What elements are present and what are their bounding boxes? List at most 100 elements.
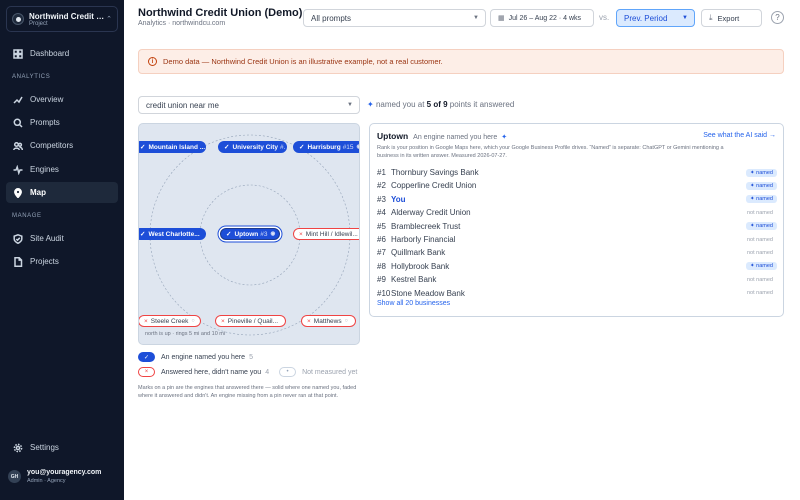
sidebar-item-dashboard[interactable]: Dashboard bbox=[6, 43, 118, 64]
named-badge-label: not named bbox=[747, 209, 773, 216]
file-icon bbox=[14, 256, 23, 267]
prompts-select[interactable]: All prompts ▼ bbox=[303, 9, 486, 27]
chevron-down-icon: ▼ bbox=[347, 102, 353, 108]
rank-row: #1 Thornbury Savings Bank ✦ named bbox=[377, 166, 777, 179]
map-pin[interactable]: × Matthews ○ bbox=[301, 315, 356, 327]
named-count: 5 of 9 bbox=[426, 100, 448, 109]
rank-row: #6 Harborly Financial not named bbox=[377, 233, 777, 246]
prompts-select-value: All prompts bbox=[311, 13, 352, 23]
named-badge-label: not named bbox=[747, 290, 773, 297]
x-icon: × bbox=[307, 317, 311, 325]
date-range-picker[interactable]: ▦ Jul 26 – Aug 22 · 4 wks bbox=[490, 9, 594, 27]
pin-label: Pineville / Quail... bbox=[227, 317, 279, 325]
query-select[interactable]: credit union near me ▼ bbox=[138, 96, 360, 114]
pin-label: West Charlotte... bbox=[148, 230, 200, 238]
pulse-icon bbox=[13, 164, 23, 175]
workspace-sub: Project bbox=[29, 20, 48, 27]
named-badge: ✦ named bbox=[746, 262, 777, 271]
sidebar-item-label: Map bbox=[30, 188, 46, 197]
sidebar-item-overview[interactable]: Overview bbox=[6, 89, 118, 110]
map-pin-icon bbox=[14, 187, 22, 198]
demo-banner: i Demo data — Northwind Credit Union is … bbox=[138, 49, 784, 74]
map-pin[interactable]: × Pineville / Quail... bbox=[215, 315, 286, 327]
named-badge-label: named bbox=[756, 169, 773, 176]
legend-label: Not measured yet bbox=[302, 368, 358, 376]
named-badge-label: not named bbox=[747, 236, 773, 243]
sidebar-item-label: Settings bbox=[30, 443, 59, 452]
named-badge: ✦ named bbox=[746, 195, 777, 204]
sidebar-item-engines[interactable]: Engines bbox=[6, 159, 118, 180]
x-icon: × bbox=[299, 230, 303, 238]
sidebar-item-map[interactable]: Map bbox=[6, 182, 118, 203]
workspace-name: Northwind Credit Union bbox=[29, 11, 107, 21]
named-summary: ✦ named you at 5 of 9 points it answered bbox=[367, 100, 514, 109]
rank-position: #9 bbox=[377, 275, 386, 285]
chevron-down-icon: ▼ bbox=[473, 15, 479, 21]
map-pin[interactable]: ✓ Mountain Island ... bbox=[139, 141, 206, 153]
sidebar-item-label: Projects bbox=[30, 257, 59, 266]
sidebar-item-label: Engines bbox=[30, 165, 59, 174]
named-badge: ✦ named bbox=[746, 222, 777, 231]
sidebar-item-site-audit[interactable]: Site Audit bbox=[6, 228, 118, 249]
named-badge: ✦ named bbox=[746, 168, 777, 177]
sidebar-item-label: Prompts bbox=[30, 118, 60, 127]
business-name: Copperline Credit Union bbox=[391, 181, 477, 191]
named-badge: ✦ named bbox=[746, 181, 777, 190]
map-pin[interactable]: ✓University City#... bbox=[218, 141, 287, 153]
avatar: GH bbox=[8, 470, 21, 483]
user-email: you@youragency.com bbox=[27, 469, 102, 476]
pin-label: Harrisburg bbox=[307, 143, 341, 151]
map-pin[interactable]: ✓ West Charlotte... bbox=[139, 228, 206, 240]
rank-row: #3 You ✦ named bbox=[377, 193, 777, 206]
named-suffix: points it answered bbox=[449, 100, 515, 109]
legend-not-named-marker: × bbox=[138, 367, 155, 377]
engine-mark-icon: ◉ bbox=[357, 144, 359, 150]
business-name: Stone Meadow Bank bbox=[391, 288, 465, 298]
map-pin[interactable]: × Steele Creek ○ bbox=[139, 315, 201, 327]
see-ai-answer-link[interactable]: See what the AI said → bbox=[703, 132, 776, 139]
sidebar-item-projects[interactable]: Projects bbox=[6, 251, 118, 272]
users-icon bbox=[13, 141, 23, 150]
map-pin[interactable]: × Mint Hill / Idlewil... bbox=[293, 228, 359, 240]
help-icon[interactable]: ? bbox=[771, 11, 784, 24]
compare-select[interactable]: Prev. Period ▼ bbox=[616, 9, 695, 27]
chevron-updown-icon: ⌃ bbox=[106, 16, 112, 23]
named-badge-label: named bbox=[756, 196, 773, 203]
sidebar-item-competitors[interactable]: Competitors bbox=[6, 135, 118, 156]
sidebar-item-settings[interactable]: Settings bbox=[6, 437, 118, 458]
named-badge-label: not named bbox=[747, 249, 773, 256]
demo-banner-text: Demo data — Northwind Credit Union is an… bbox=[163, 57, 443, 66]
nav-section-manage: MANAGE bbox=[12, 213, 42, 219]
named-badge: not named bbox=[743, 209, 777, 217]
rank-row: #2 Copperline Credit Union ✦ named bbox=[377, 179, 777, 192]
show-all-link[interactable]: Show all 20 businesses bbox=[377, 300, 450, 307]
export-button[interactable]: ⤓ Export bbox=[701, 9, 762, 27]
sidebar-item-prompts[interactable]: Prompts bbox=[6, 112, 118, 133]
compare-vs-label: vs. bbox=[599, 13, 610, 22]
named-badge-label: not named bbox=[747, 276, 773, 283]
x-icon: × bbox=[144, 317, 148, 325]
coverage-map: ✓Mountain Island ... ✓University City#..… bbox=[138, 123, 360, 345]
download-icon: ⤓ bbox=[709, 13, 713, 22]
user-menu[interactable]: GH you@youragency.com Admin · Agency bbox=[8, 469, 101, 484]
pin-rank: #15 bbox=[342, 143, 354, 151]
panel-description: Rank is your position in Google Maps her… bbox=[377, 145, 724, 159]
legend-note: Marks on a pin are the engines that answ… bbox=[138, 385, 357, 399]
page-title: Northwind Credit Union (Demo) bbox=[138, 7, 303, 19]
business-name: Kestrel Bank bbox=[391, 275, 437, 285]
map-pin-you[interactable]: ✓ Uptown #3 ◉ bbox=[220, 228, 280, 240]
named-badge: not named bbox=[743, 289, 777, 297]
named-badge: not named bbox=[743, 249, 777, 257]
workspace-switcher[interactable]: Northwind Credit Union Project ⌃ bbox=[6, 6, 118, 32]
rank-row: #4 Alderway Credit Union not named bbox=[377, 206, 777, 219]
rank-position: #3 bbox=[377, 194, 386, 204]
panel-header: Uptown An engine named you here ✦ bbox=[377, 131, 507, 141]
legend-item: × Answered here, didn't name you 4 • Not… bbox=[138, 367, 357, 377]
named-badge-label: named bbox=[756, 263, 773, 270]
panel-subtitle: An engine named you here bbox=[413, 134, 498, 141]
map-pin[interactable]: ✓Harrisburg#15◉ bbox=[293, 141, 359, 153]
gear-icon bbox=[13, 443, 23, 452]
legend-label: An engine named you here bbox=[161, 353, 246, 361]
sidebar-item-label: Dashboard bbox=[30, 49, 70, 58]
business-name: Harborly Financial bbox=[391, 235, 456, 244]
